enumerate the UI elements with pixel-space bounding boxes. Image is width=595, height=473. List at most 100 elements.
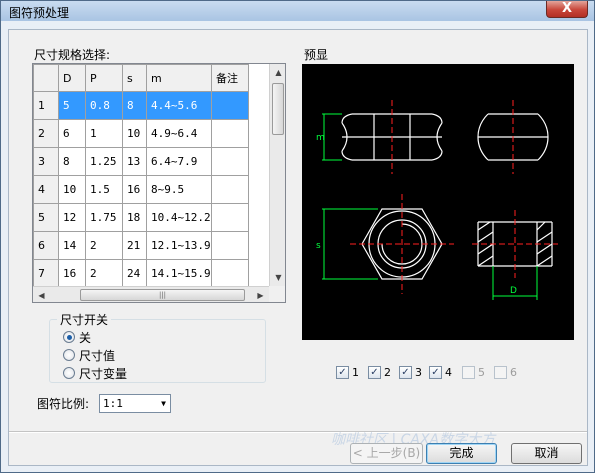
column-header-m[interactable]: m bbox=[146, 64, 212, 92]
radio-button[interactable] bbox=[63, 331, 75, 343]
size-switch-title: 尺寸开关 bbox=[57, 311, 112, 328]
title-bar[interactable]: 图符预处理 X bbox=[1, 1, 594, 21]
cell-d[interactable]: 6 bbox=[58, 119, 86, 148]
table-row[interactable]: 4 10 1.5 16 8~9.5 bbox=[33, 175, 249, 204]
dialog-window: 图符预处理 X 尺寸规格选择: D P s m 备注 1 5 0.8 8 4.4~5.6… bbox=[0, 0, 595, 473]
cell-d[interactable]: 14 bbox=[58, 231, 86, 260]
cell-m[interactable]: 12.1~13.9 bbox=[146, 231, 212, 260]
cell-m[interactable]: 8~9.5 bbox=[146, 175, 212, 204]
preview-label: 预显 bbox=[304, 48, 329, 62]
view-checkbox-label: 4 bbox=[445, 365, 452, 379]
height-dim-label: m bbox=[316, 133, 325, 143]
radio-size-variable[interactable]: 尺寸变量 bbox=[63, 365, 127, 381]
scroll-corner bbox=[269, 286, 285, 302]
cell-note[interactable] bbox=[211, 119, 249, 148]
scroll-left-arrow-icon[interactable]: ◀ bbox=[33, 287, 50, 302]
cell-note[interactable] bbox=[211, 91, 249, 120]
cell-s[interactable]: 13 bbox=[122, 147, 147, 176]
view-checkbox-label: 5 bbox=[478, 365, 485, 379]
size-grid[interactable]: D P s m 备注 1 5 0.8 8 4.4~5.6 2 6 1 10 4.9~6.4 3 8 1.… bbox=[32, 63, 286, 303]
vertical-scroll-thumb[interactable] bbox=[272, 83, 284, 135]
checkbox-box[interactable]: ✓ bbox=[399, 365, 412, 379]
table-row[interactable]: 6 14 2 21 12.1~13.9 bbox=[33, 231, 249, 260]
radio-off[interactable]: 关 bbox=[63, 329, 91, 345]
cell-d[interactable]: 12 bbox=[58, 203, 86, 232]
cell-s[interactable]: 21 bbox=[122, 231, 147, 260]
footer-separator bbox=[9, 431, 587, 433]
scroll-up-arrow-icon[interactable]: ▲ bbox=[270, 64, 285, 81]
vertical-scrollbar[interactable]: ▲ ▼ bbox=[269, 64, 285, 286]
cell-p[interactable]: 2 bbox=[85, 231, 123, 260]
close-button[interactable]: X bbox=[546, 1, 588, 18]
scale-value: 1:1 bbox=[103, 397, 123, 410]
scale-dropdown[interactable]: 1:1 ▼ bbox=[99, 394, 171, 413]
checkbox-box[interactable]: ✓ bbox=[429, 365, 442, 379]
cell-p[interactable]: 2 bbox=[85, 259, 123, 288]
scroll-down-arrow-icon[interactable]: ▼ bbox=[270, 269, 285, 286]
table-row[interactable]: 3 8 1.25 13 6.4~7.9 bbox=[33, 147, 249, 176]
back-button[interactable]: < 上一步(B) bbox=[350, 443, 423, 464]
view-checkbox-label: 2 bbox=[384, 365, 391, 379]
table-row[interactable]: 2 6 1 10 4.9~6.4 bbox=[33, 119, 249, 148]
view-checkbox-label: 1 bbox=[352, 365, 359, 379]
scroll-right-arrow-icon[interactable]: ▶ bbox=[252, 287, 269, 302]
table-row[interactable]: 1 5 0.8 8 4.4~5.6 bbox=[33, 91, 249, 120]
cell-note[interactable] bbox=[211, 259, 249, 288]
view-checkbox-2[interactable]: ✓ 2 bbox=[368, 364, 391, 380]
view-checkbox-4[interactable]: ✓ 4 bbox=[429, 364, 452, 380]
row-number[interactable]: 3 bbox=[33, 147, 59, 176]
cell-m[interactable]: 4.4~5.6 bbox=[146, 91, 212, 120]
radio-size-value[interactable]: 尺寸值 bbox=[63, 347, 115, 363]
cell-s[interactable]: 8 bbox=[122, 91, 147, 120]
checkbox-box[interactable]: ✓ bbox=[368, 365, 381, 379]
table-row[interactable]: 5 12 1.75 18 10.4~12.2 bbox=[33, 203, 249, 232]
radio-button[interactable] bbox=[63, 367, 75, 379]
size-table[interactable]: D P s m 备注 1 5 0.8 8 4.4~5.6 2 6 1 10 4.9~6.4 3 8 1.… bbox=[33, 64, 249, 288]
scale-label: 图符比例: bbox=[37, 397, 90, 411]
cell-note[interactable] bbox=[211, 175, 249, 204]
column-header-s[interactable]: s bbox=[122, 64, 147, 92]
cell-d[interactable]: 8 bbox=[58, 147, 86, 176]
cell-d[interactable]: 16 bbox=[58, 259, 86, 288]
checkbox-box[interactable]: ✓ bbox=[336, 365, 349, 379]
row-number[interactable]: 2 bbox=[33, 119, 59, 148]
cell-note[interactable] bbox=[211, 231, 249, 260]
cell-d[interactable]: 5 bbox=[58, 91, 86, 120]
cell-m[interactable]: 4.9~6.4 bbox=[146, 119, 212, 148]
cell-note[interactable] bbox=[211, 147, 249, 176]
row-number[interactable]: 5 bbox=[33, 203, 59, 232]
cell-s[interactable]: 24 bbox=[122, 259, 147, 288]
size-selection-label: 尺寸规格选择: bbox=[34, 48, 111, 62]
column-header-p[interactable]: P bbox=[85, 64, 123, 92]
cell-p[interactable]: 1 bbox=[85, 119, 123, 148]
cell-s[interactable]: 18 bbox=[122, 203, 147, 232]
cell-s[interactable]: 10 bbox=[122, 119, 147, 148]
cell-note[interactable] bbox=[211, 203, 249, 232]
chevron-down-icon[interactable]: ▼ bbox=[161, 395, 166, 413]
row-number[interactable]: 6 bbox=[33, 231, 59, 260]
view-checkbox-3[interactable]: ✓ 3 bbox=[399, 364, 422, 380]
cell-p[interactable]: 1.75 bbox=[85, 203, 123, 232]
radio-button[interactable] bbox=[63, 349, 75, 361]
checkbox-box bbox=[494, 365, 507, 379]
cell-s[interactable]: 16 bbox=[122, 175, 147, 204]
cell-d[interactable]: 10 bbox=[58, 175, 86, 204]
cell-p[interactable]: 0.8 bbox=[85, 91, 123, 120]
horizontal-scrollbar[interactable]: ◀ ||| ▶ bbox=[33, 286, 269, 302]
column-header-note[interactable]: 备注 bbox=[211, 64, 249, 92]
row-number[interactable]: 4 bbox=[33, 175, 59, 204]
row-number[interactable]: 1 bbox=[33, 91, 59, 120]
view-checkbox-1[interactable]: ✓ 1 bbox=[336, 364, 359, 380]
column-header-d[interactable]: D bbox=[58, 64, 86, 92]
cell-m[interactable]: 14.1~15.9 bbox=[146, 259, 212, 288]
cell-m[interactable]: 10.4~12.2 bbox=[146, 203, 212, 232]
finish-button[interactable]: 完成 bbox=[426, 443, 497, 464]
cancel-button[interactable]: 取消 bbox=[511, 443, 582, 464]
table-row[interactable]: 7 16 2 24 14.1~15.9 bbox=[33, 259, 249, 288]
row-number[interactable]: 7 bbox=[33, 259, 59, 288]
cell-p[interactable]: 1.25 bbox=[85, 147, 123, 176]
radio-off-label: 关 bbox=[79, 330, 92, 345]
cell-p[interactable]: 1.5 bbox=[85, 175, 123, 204]
horizontal-scroll-thumb[interactable]: ||| bbox=[80, 289, 245, 301]
cell-m[interactable]: 6.4~7.9 bbox=[146, 147, 212, 176]
